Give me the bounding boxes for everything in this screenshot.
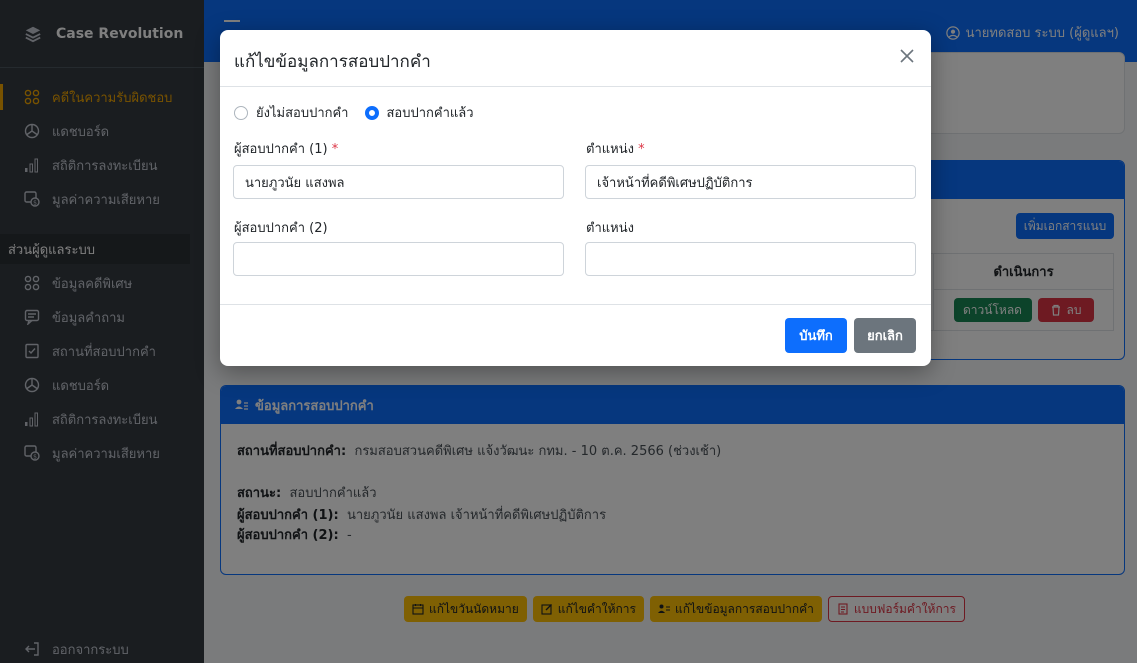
edit-interview-modal: แก้ไขข้อมูลการสอบปากคำ ยังไม่สอบปากคำ สอ… [220, 30, 931, 366]
interviewer2-field-label: ผู้สอบปากคำ (2) [234, 221, 328, 236]
interview-status-radio-group: ยังไม่สอบปากคำ สอบปากคำแล้ว [234, 102, 490, 123]
close-icon[interactable] [897, 46, 917, 66]
radio-not-interviewed-label: ยังไม่สอบปากคำ [256, 106, 349, 121]
modal-title: แก้ไขข้อมูลการสอบปากคำ [234, 52, 431, 72]
interviewer1-input[interactable]: นายภูวนัย แสงพล [233, 165, 564, 199]
position1-label-text: ตำแหน่ง [586, 142, 634, 157]
position1-field-label: ตำแหน่ง * [586, 138, 645, 159]
modal-header-divider [220, 86, 931, 87]
required-mark: * [638, 142, 645, 157]
position1-input[interactable]: เจ้าหน้าที่คดีพิเศษปฏิบัติการ [585, 165, 916, 199]
radio-interviewed[interactable] [364, 105, 379, 120]
interviewer2-input[interactable] [233, 242, 564, 276]
save-button[interactable]: บันทึก [785, 318, 847, 353]
interviewer1-field-label: ผู้สอบปากคำ (1) * [234, 138, 338, 159]
interviewer1-label-text: ผู้สอบปากคำ (1) [234, 142, 328, 157]
modal-footer-divider [220, 304, 931, 305]
position2-input[interactable] [585, 242, 916, 276]
required-mark: * [331, 142, 339, 157]
cancel-button[interactable]: ยกเลิก [854, 318, 916, 353]
radio-not-interviewed[interactable] [234, 105, 248, 120]
position2-field-label: ตำแหน่ง [586, 221, 634, 236]
radio-interviewed-label: สอบปากคำแล้ว [386, 106, 474, 121]
